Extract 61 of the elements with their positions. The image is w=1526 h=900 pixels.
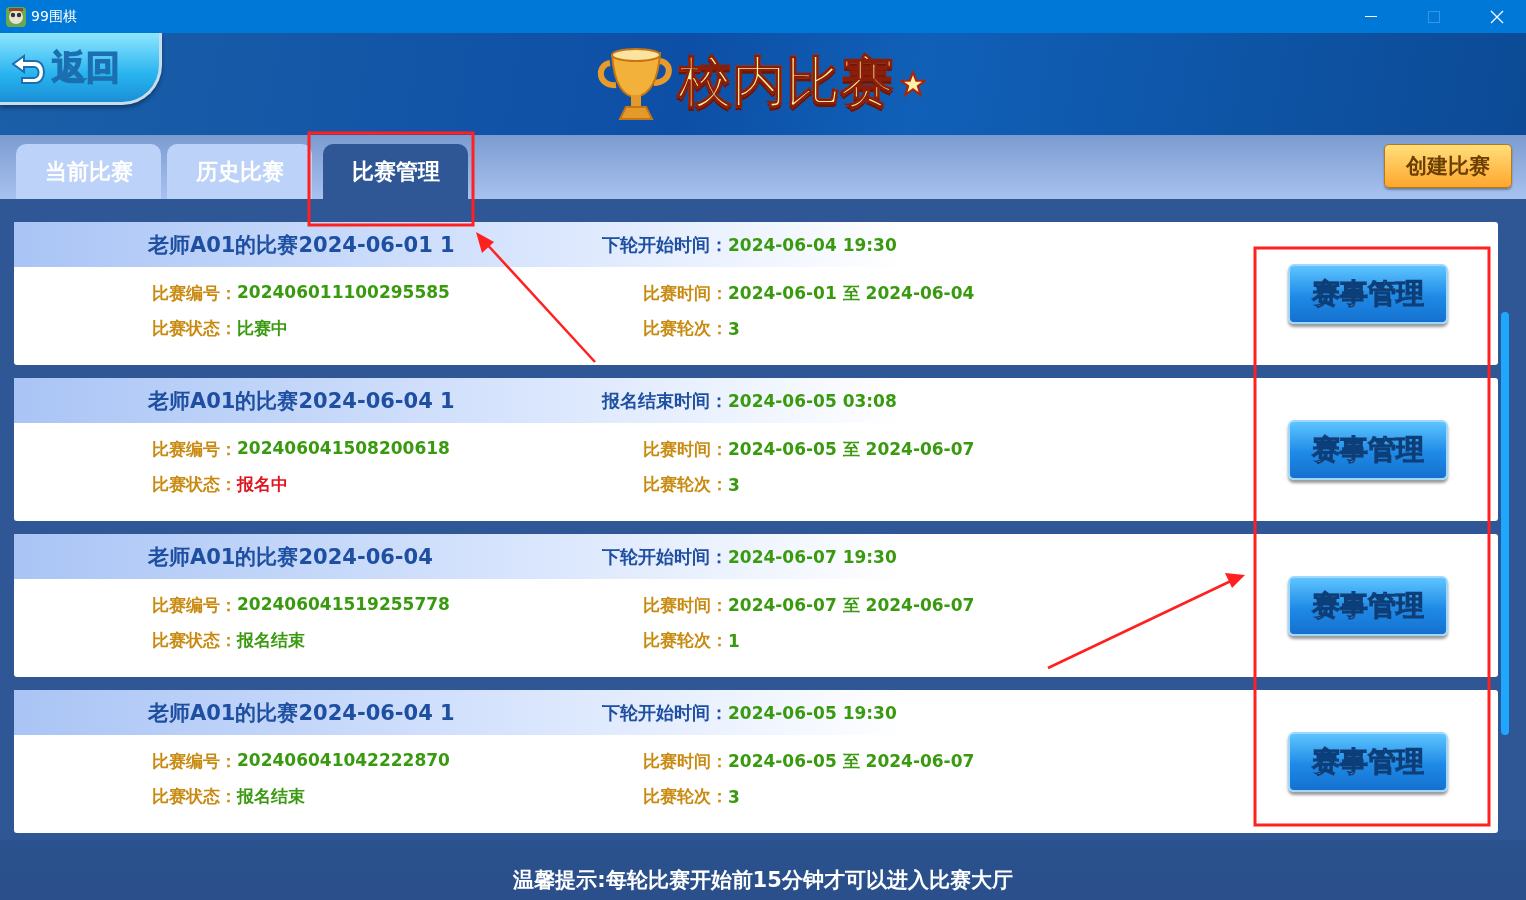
- window-title: 99围棋: [31, 7, 78, 26]
- schedule-value: 2024-06-07 19:30: [728, 546, 898, 567]
- schedule-label: 报名结束时间：: [602, 388, 728, 413]
- field-value: 报名中: [237, 473, 288, 496]
- field-value: 202406011100295585: [237, 282, 450, 304]
- tab[interactable]: 比赛管理: [323, 144, 468, 199]
- field-label: 比赛状态：: [152, 473, 237, 496]
- field-value: 2024-06-05 至 2024-06-07: [728, 438, 976, 461]
- field-value: 比赛中: [237, 317, 288, 340]
- back-button[interactable]: 返回: [0, 33, 162, 105]
- field-value: 202406041508200618: [237, 438, 450, 460]
- field-value: 报名结束: [237, 629, 305, 652]
- field-label: 比赛编号：: [152, 594, 237, 617]
- manage-button[interactable]: 赛事管理: [1288, 575, 1448, 636]
- field-label: 比赛轮次：: [643, 785, 728, 808]
- match-title: 老师A01的比赛2024-06-04: [148, 543, 434, 571]
- app-icon: [6, 6, 26, 27]
- match-title: 老师A01的比赛2024-06-04 1: [148, 699, 456, 727]
- field-label: 比赛状态：: [152, 629, 237, 652]
- field-label: 比赛轮次：: [643, 317, 728, 340]
- manage-button[interactable]: 赛事管理: [1288, 419, 1448, 480]
- close-icon: [1490, 9, 1504, 24]
- field-value: 3: [728, 474, 741, 495]
- field-label: 比赛时间：: [643, 282, 728, 305]
- manage-button[interactable]: 赛事管理: [1288, 731, 1448, 792]
- star-icon: [900, 71, 926, 97]
- field-label: 比赛时间：: [643, 594, 728, 617]
- field-label: 比赛轮次：: [643, 629, 728, 652]
- field-label: 比赛编号：: [152, 750, 237, 773]
- field-value: 1: [728, 630, 741, 651]
- field-value: 3: [728, 318, 741, 339]
- field-value: 报名结束: [237, 785, 305, 808]
- schedule-label: 下轮开始时间：: [602, 700, 728, 725]
- schedule-value: 2024-06-04 19:30: [728, 234, 898, 255]
- field-value: 202406041042222870: [237, 750, 450, 772]
- schedule-label: 下轮开始时间：: [602, 544, 728, 569]
- match-title: 老师A01的比赛2024-06-01 1: [148, 231, 456, 259]
- manage-button[interactable]: 赛事管理: [1288, 263, 1448, 324]
- field-value: 2024-06-01 至 2024-06-04: [728, 282, 976, 305]
- field-label: 比赛轮次：: [643, 473, 728, 496]
- trophy-icon: [596, 45, 674, 123]
- field-label: 比赛编号：: [152, 438, 237, 461]
- field-value: 202406041519255778: [237, 594, 450, 616]
- schedule-value: 2024-06-05 19:30: [728, 702, 898, 723]
- field-label: 比赛状态：: [152, 785, 237, 808]
- field-value: 2024-06-05 至 2024-06-07: [728, 750, 976, 773]
- field-label: 比赛时间：: [643, 750, 728, 773]
- field-value: 2024-06-07 至 2024-06-07: [728, 594, 976, 617]
- schedule-label: 下轮开始时间：: [602, 232, 728, 257]
- minimize-icon: [1365, 15, 1377, 18]
- schedule-value: 2024-06-05 03:08: [728, 390, 898, 411]
- match-title: 老师A01的比赛2024-06-04 1: [148, 387, 456, 415]
- scrollbar-thumb[interactable]: [1501, 312, 1509, 735]
- create-match-button[interactable]: 创建比赛: [1384, 143, 1512, 188]
- tip-text: 温馨提示:每轮比赛开始前15分钟才可以进入比赛大厅: [513, 867, 1013, 894]
- field-label: 比赛时间：: [643, 438, 728, 461]
- page-title: 校内比赛: [675, 49, 895, 116]
- field-label: 比赛编号：: [152, 282, 237, 305]
- maximize-icon: [1428, 10, 1440, 23]
- field-value: 3: [728, 786, 741, 807]
- field-label: 比赛状态：: [152, 317, 237, 340]
